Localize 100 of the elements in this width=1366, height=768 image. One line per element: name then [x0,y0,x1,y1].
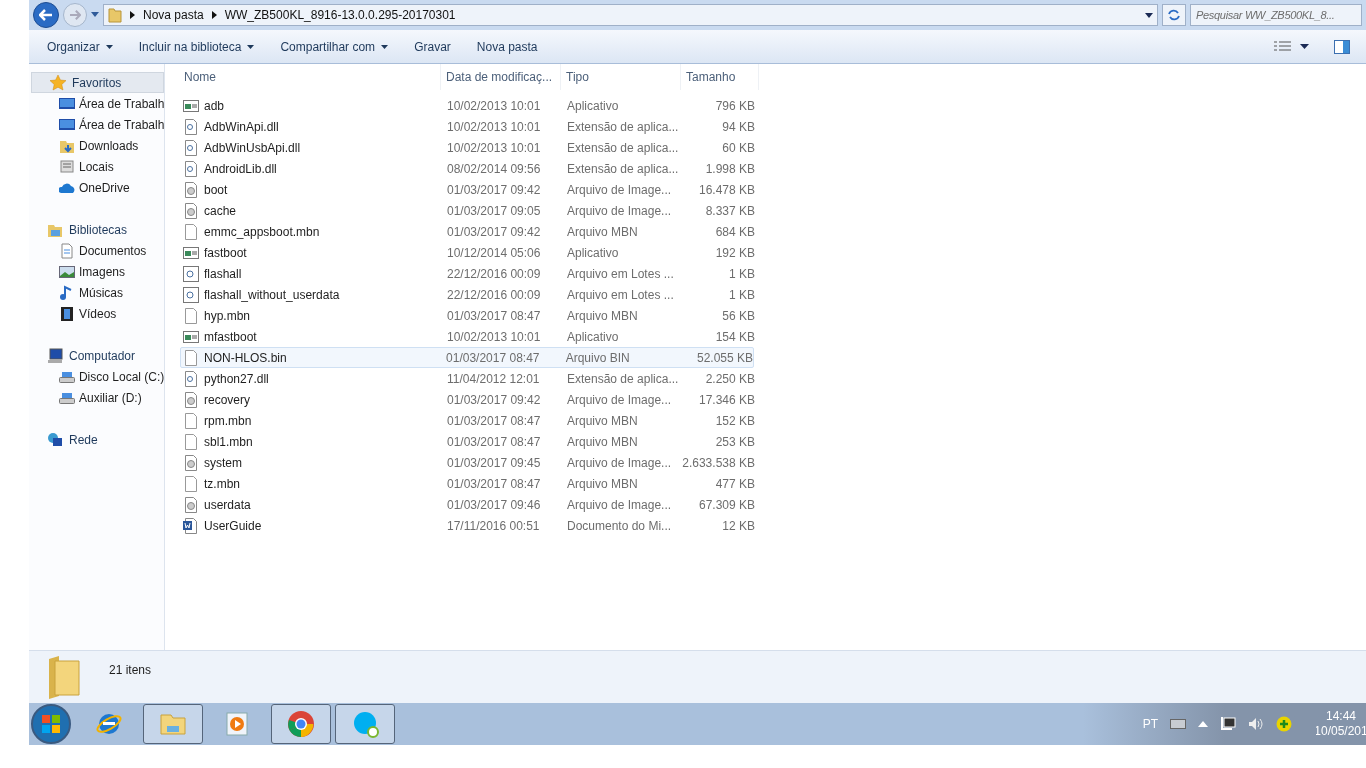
file-type: Arquivo BIN [565,350,630,365]
taskbar-button[interactable] [335,704,395,744]
nav-item[interactable]: Computador [29,345,164,366]
file-name: cache [204,202,237,220]
file-type: Aplicativo [567,245,619,260]
blank-file-icon [183,412,199,429]
file-row[interactable]: AdbWinUsbApi.dll 10/02/2013 10:01 Extensão de aplica... 60 KB [180,137,1366,158]
file-name: recovery [204,391,250,409]
modified-date: 01/03/2017 09:46 [447,497,541,512]
breadcrumb[interactable]: Nova pasta [143,6,204,24]
file-row[interactable]: adb 10/02/2013 10:01 Aplicativo 796 KB [180,95,1366,116]
file-row[interactable]: mfastboot 10/02/2013 10:01 Aplicativo 154 KB [180,326,1366,347]
file-size: 17.346 KB [698,391,755,409]
toolbar-button[interactable]: Gravar [404,34,461,59]
file-row[interactable]: AdbWinApi.dll 10/02/2013 10:01 Extensão de aplica... 94 KB [180,116,1366,137]
search-field[interactable]: Pesquisar WW_ZB500KL_8... [1190,4,1362,26]
file-row[interactable]: AndroidLib.dll 08/02/2014 09:56 Extensão de aplica... 1.998 KB [180,158,1366,179]
file-size: 94 KB [722,118,755,136]
word-document-icon [183,517,199,534]
speaker-icon[interactable] [1248,717,1264,731]
nav-item[interactable]: Locais [29,156,164,177]
modified-date: 10/02/2013 10:01 [447,329,541,344]
view-list-icon[interactable] [1274,40,1292,53]
nav-item[interactable]: Músicas [29,282,164,303]
address-field[interactable]: Nova pasta WW_ZB500KL_8916-13.0.0.295-20170301 [103,4,1158,26]
disc-image-icon [183,454,199,471]
file-row[interactable]: sbl1.mbn 01/03/2017 08:47 Arquivo MBN 253 KB [180,431,1366,452]
modified-date: 01/03/2017 09:05 [447,203,541,218]
file-size: 67.309 KB [698,496,755,514]
toolbar-button[interactable]: Nova pasta [466,34,548,59]
column-header[interactable]: Tipo [561,64,681,90]
taskbar-button[interactable] [271,704,331,744]
file-row[interactable]: python27.dll 11/04/2012 12:01 Extensão de aplica... 2.250 KB [180,368,1366,389]
file-type: Arquivo em Lotes ... [567,287,674,302]
nav-item[interactable]: Downloads [29,135,164,156]
column-header[interactable]: Tamanho [681,64,759,90]
modified-date: 01/03/2017 08:47 [447,476,541,491]
breadcrumb[interactable]: WW_ZB500KL_8916-13.0.0.295-20170301 [224,6,456,24]
blank-file-icon [183,223,199,240]
nav-item[interactable]: Favoritos [31,72,164,93]
file-row[interactable]: UserGuide 17/11/2016 00:51 Documento do Mi... 12 KB [180,515,1366,536]
toolbar-button[interactable]: Compartilhar com [270,34,399,59]
file-name: python27.dll [204,370,269,388]
file-row[interactable]: tz.mbn 01/03/2017 08:47 Arquivo MBN 477 KB [180,473,1366,494]
toolbar-button[interactable]: Incluir na biblioteca [128,34,265,59]
plus-circle-icon[interactable] [1276,716,1292,732]
caret-icon[interactable] [1300,43,1310,50]
nav-item[interactable]: Documentos [29,240,164,261]
blank-file-icon [183,475,199,492]
chevron-icon[interactable] [130,11,135,19]
nav-item[interactable]: Vídeos [29,303,164,324]
file-size: 52.055 KB [696,349,753,367]
toolbar-button[interactable]: Organizar [37,34,123,59]
preview-pane-icon[interactable] [1334,39,1350,54]
file-size: 60 KB [722,139,755,157]
file-type: Extensão de aplica... [567,140,679,155]
nav-item[interactable]: Área de Trabalh [29,93,164,114]
chevron-icon[interactable] [211,11,217,19]
computer-icon [47,347,63,364]
file-type: Arquivo MBN [567,224,638,239]
start-button[interactable] [31,704,71,744]
column-header[interactable]: Nome [180,64,441,90]
nav-item[interactable]: Área de Trabalh [29,114,164,135]
caret-icon[interactable] [1145,12,1153,18]
file-type: Documento do Mi... [567,518,672,533]
file-size: 56 KB [722,307,755,325]
modified-date: 10/12/2014 05:06 [447,245,541,260]
file-size: 8.337 KB [705,202,755,220]
taskbar-button[interactable] [143,704,203,744]
file-row[interactable]: boot 01/03/2017 09:42 Arquivo de Image... 16.478 KB [180,179,1366,200]
file-row[interactable]: hyp.mbn 01/03/2017 08:47 Arquivo MBN 56 KB [180,305,1366,326]
show-hidden-icons-arrow-icon[interactable] [1198,721,1208,727]
keyboard-icon[interactable] [1170,719,1186,729]
nav-item[interactable]: Imagens [29,261,164,282]
nav-item[interactable]: Disco Local (C:) [29,366,164,387]
file-row[interactable]: rpm.mbn 01/03/2017 08:47 Arquivo MBN 152 KB [180,410,1366,431]
folder-icon [108,7,122,23]
file-row[interactable]: flashall 22/12/2016 00:09 Arquivo em Lotes ... 1 KB [180,263,1366,284]
round-browser-icon [287,710,315,738]
nav-item[interactable]: Rede [29,429,164,450]
file-row[interactable]: cache 01/03/2017 09:05 Arquivo de Image... 8.337 KB [180,200,1366,221]
file-row[interactable]: fastboot 10/12/2014 05:06 Aplicativo 192 KB [180,242,1366,263]
nav-item[interactable]: Bibliotecas [29,219,164,240]
file-name: mfastboot [204,328,257,346]
document-icon [59,242,75,259]
nav-item[interactable]: OneDrive [29,177,164,198]
history-caret-icon[interactable] [91,12,99,18]
column-header[interactable]: Data de modificaç... [441,64,561,90]
file-name: AdbWinUsbApi.dll [204,139,301,157]
star-icon [50,74,66,91]
file-row[interactable]: emmc_appsboot.mbn 01/03/2017 09:42 Arquivo MBN 684 KB [180,221,1366,242]
file-row[interactable]: flashall_without_userdata 22/12/2016 00:09 Arquivo em Lotes ... 1 KB [180,284,1366,305]
nav-item[interactable]: Auxiliar (D:) [29,387,164,408]
file-row[interactable]: NON-HLOS.bin 01/03/2017 08:47 Arquivo BIN 52.055 KB [180,347,754,368]
file-row[interactable]: system 01/03/2017 09:45 Arquivo de Image... 2.633.538 KB [180,452,1366,473]
item-count: 21 itens [109,662,152,679]
file-row[interactable]: recovery 01/03/2017 09:42 Arquivo de Image... 17.346 KB [180,389,1366,410]
file-row[interactable]: userdata 01/03/2017 09:46 Arquivo de Image... 67.309 KB [180,494,1366,515]
network-icon[interactable] [1220,716,1236,732]
refresh-icon[interactable] [1162,4,1186,26]
